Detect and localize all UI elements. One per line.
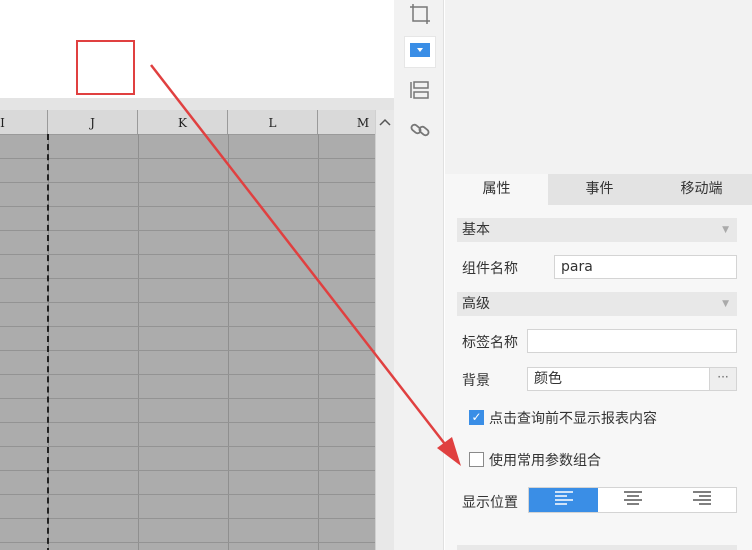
vertical-scrollbar[interactable] [375, 110, 394, 550]
hide-report-label[interactable]: 点击查询前不显示报表内容 [489, 408, 657, 428]
row-divider [0, 374, 375, 375]
row-divider [0, 182, 375, 183]
align-left-icon [554, 491, 573, 509]
row-divider [0, 254, 375, 255]
row-divider [0, 278, 375, 279]
display-position-label: 显示位置 [462, 495, 518, 511]
tag-name-label: 标签名称 [462, 335, 518, 351]
page-break-line [47, 134, 49, 550]
properties-pane: 基本 ▼ 组件名称 para 高级 ▼ 标签名称 背景 颜色 ··· ✓ 点击查… [445, 205, 752, 550]
background-label: 背景 [462, 373, 490, 389]
column-divider [318, 134, 319, 550]
row-divider [0, 494, 375, 495]
frame-tool-button[interactable] [404, 0, 436, 32]
section-advanced-title: 高级 [462, 296, 490, 312]
tab-mobile[interactable]: 移动端 [651, 174, 752, 205]
property-panel: 属性 事件 移动端 基本 ▼ 组件名称 para 高级 ▼ 标签名称 背景 颜色… [445, 0, 752, 550]
frame-icon [409, 3, 431, 29]
column-header-i[interactable]: I [0, 110, 48, 134]
row-divider [0, 518, 375, 519]
column-header-m[interactable]: M [318, 110, 375, 134]
section-advanced[interactable]: 高级 ▼ [457, 292, 737, 316]
more-options-button[interactable]: ··· [709, 368, 736, 390]
tab-properties[interactable]: 属性 [445, 174, 548, 205]
component-name-label: 组件名称 [462, 261, 518, 277]
layout-tool-button[interactable] [404, 76, 436, 108]
row-divider [0, 230, 375, 231]
section-basic-title: 基本 [462, 222, 490, 238]
background-input[interactable]: 颜色 ··· [527, 367, 737, 391]
align-right-icon [692, 491, 711, 509]
hide-report-checkbox[interactable]: ✓ [469, 410, 484, 425]
common-params-checkbox[interactable] [469, 452, 484, 467]
chevron-down-icon: ▼ [722, 225, 729, 235]
link-tool-button[interactable] [404, 116, 436, 148]
dropdown-widget-icon [410, 43, 430, 61]
common-params-label[interactable]: 使用常用参数组合 [489, 450, 601, 470]
component-name-input[interactable]: para [554, 255, 737, 279]
row-divider [0, 470, 375, 471]
row-divider [0, 326, 375, 327]
section-basic[interactable]: 基本 ▼ [457, 218, 737, 242]
layout-icon [409, 79, 431, 105]
align-center-icon [623, 491, 642, 509]
row-divider [0, 302, 375, 303]
row-divider [0, 158, 375, 159]
row-divider [0, 350, 375, 351]
chevron-down-icon: ▼ [722, 299, 729, 309]
tab-events[interactable]: 事件 [548, 174, 651, 205]
column-headers: I J K L M [0, 110, 375, 135]
row-divider [0, 206, 375, 207]
row-divider [0, 446, 375, 447]
align-center-button[interactable] [598, 488, 667, 512]
highlight-box [76, 40, 135, 95]
tag-name-input[interactable] [527, 329, 737, 353]
background-value: 颜色 [534, 371, 562, 387]
scroll-up-icon[interactable] [379, 116, 391, 129]
column-header-j[interactable]: J [48, 110, 138, 134]
parameter-canvas[interactable] [0, 0, 394, 98]
column-divider [228, 134, 229, 550]
column-header-k[interactable]: K [138, 110, 228, 134]
panel-tabs: 属性 事件 移动端 [445, 174, 752, 205]
row-divider [0, 398, 375, 399]
column-header-l[interactable]: L [228, 110, 318, 134]
section-next [457, 545, 737, 550]
link-icon [409, 119, 431, 145]
display-position-group [528, 487, 737, 513]
row-divider [0, 542, 375, 543]
column-divider [138, 134, 139, 550]
align-left-button[interactable] [529, 488, 598, 512]
widget-toolbar [394, 0, 444, 550]
spreadsheet-grid[interactable]: I J K L M [0, 110, 375, 550]
row-divider [0, 422, 375, 423]
canvas-divider [0, 98, 394, 110]
dropdown-widget-button[interactable] [404, 36, 436, 68]
align-right-button[interactable] [667, 488, 736, 512]
